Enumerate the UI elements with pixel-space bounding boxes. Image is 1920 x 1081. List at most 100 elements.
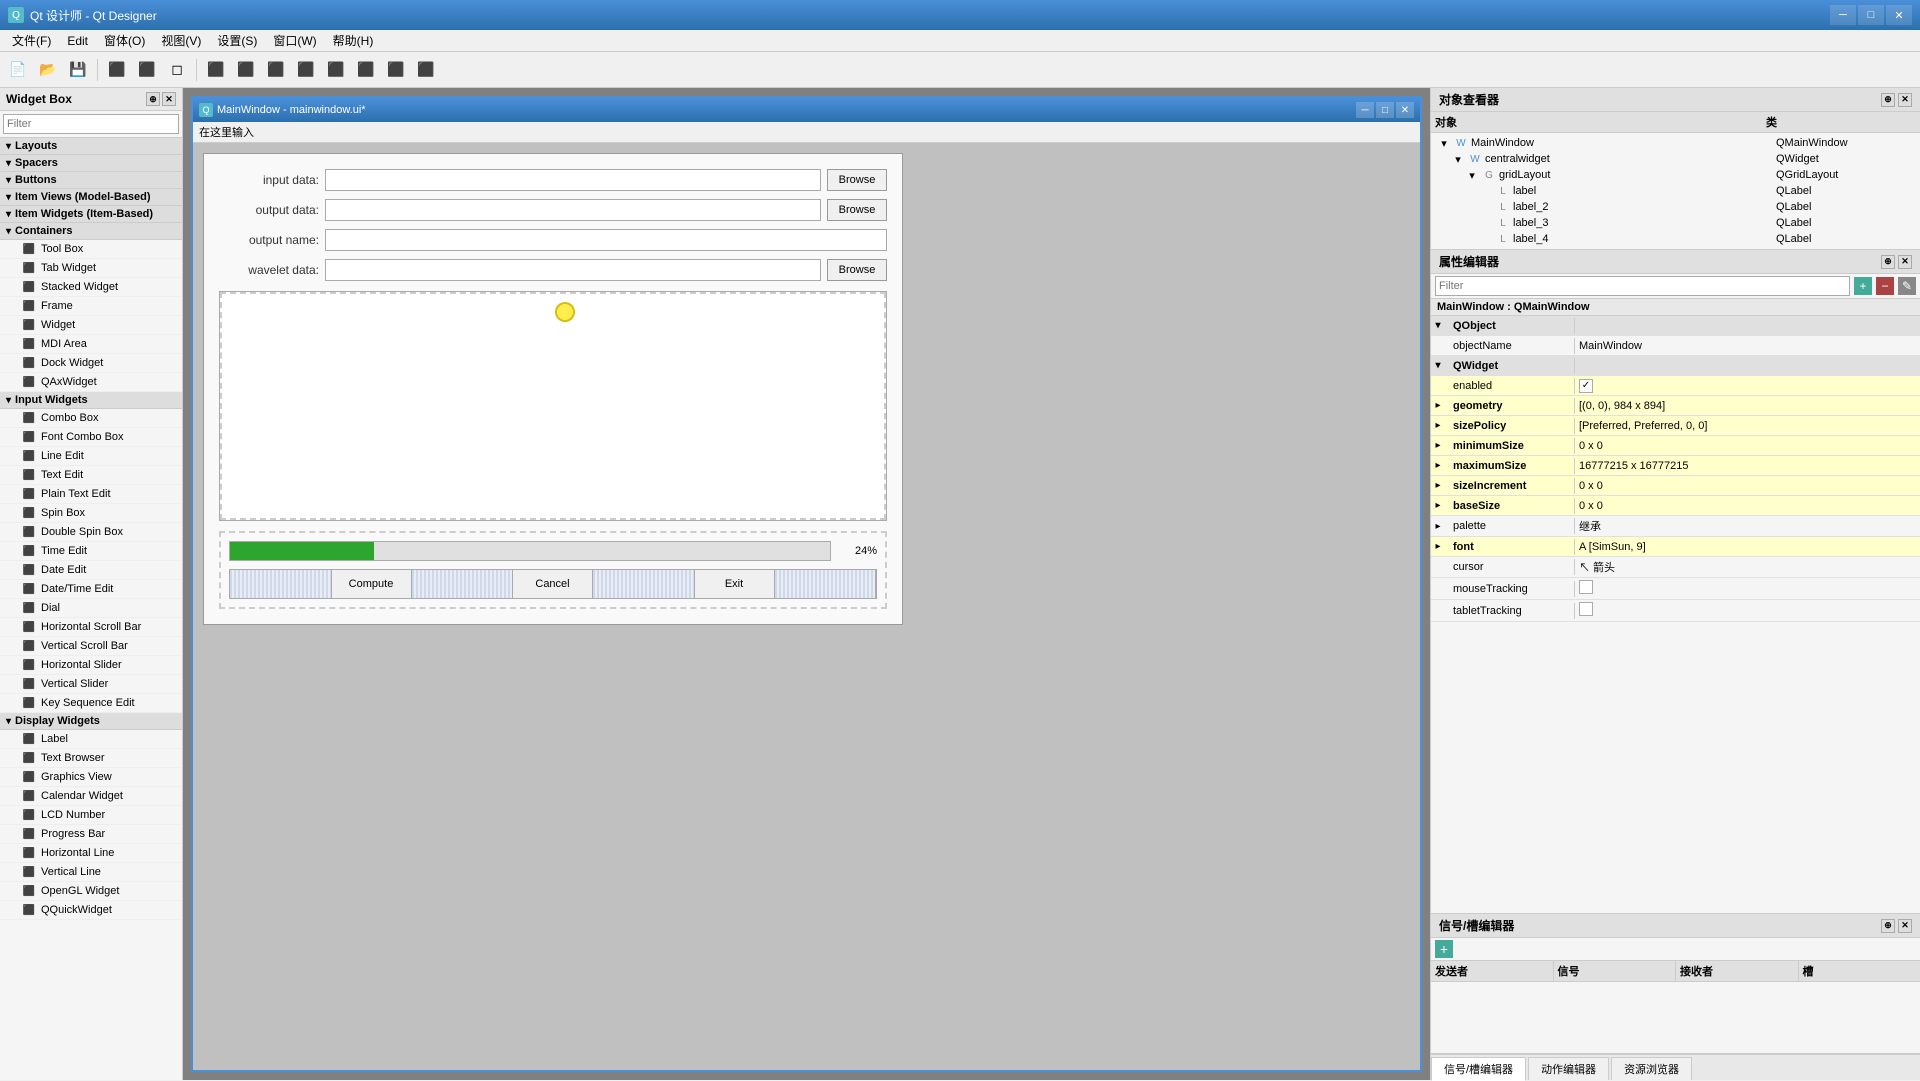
tree-mainwindow[interactable]: ▾ W MainWindow QMainWindow — [1431, 135, 1920, 151]
designer-canvas[interactable]: input data: Browse output data: Browse o… — [193, 143, 1420, 1070]
widget-item-progressbar[interactable]: ⬛ Progress Bar — [0, 825, 182, 844]
prop-filter-input[interactable] — [1435, 276, 1850, 296]
form-output-name[interactable] — [325, 229, 887, 251]
toolbar-btn12[interactable]: ⬛ — [352, 56, 380, 84]
widget-filter-input[interactable] — [3, 114, 179, 134]
prop-geometry[interactable]: ▸ geometry [(0, 0), 984 x 894] — [1431, 396, 1920, 416]
widget-box-close[interactable]: ✕ — [162, 92, 176, 106]
prop-mousetracking[interactable]: mouseTracking — [1431, 578, 1920, 600]
cancel-button[interactable]: Cancel — [513, 570, 593, 598]
prop-sizepolicy[interactable]: ▸ sizePolicy [Preferred, Preferred, 0, 0… — [1431, 416, 1920, 436]
form-output-data[interactable] — [325, 199, 821, 221]
category-input-widgets[interactable]: Input Widgets — [0, 392, 182, 409]
widget-item-qaxwidget[interactable]: ⬛ QAxWidget — [0, 373, 182, 392]
widget-item-spinbox[interactable]: ⬛ Spin Box — [0, 504, 182, 523]
category-layouts[interactable]: Layouts — [0, 138, 182, 155]
close-button[interactable]: ✕ — [1886, 5, 1912, 25]
prop-group-qobject[interactable]: ▾ QObject — [1431, 316, 1920, 336]
toolbar-new[interactable]: 📄 — [4, 56, 32, 84]
menu-form[interactable]: 窗体(O) — [96, 30, 153, 51]
widget-item-doublespinbox[interactable]: ⬛ Double Spin Box — [0, 523, 182, 542]
signal-editor-close[interactable]: ✕ — [1898, 919, 1912, 933]
toolbar-btn10[interactable]: ⬛ — [292, 56, 320, 84]
menu-file[interactable]: 文件(F) — [4, 30, 59, 51]
form-input-data[interactable] — [325, 169, 821, 191]
widget-item-graphicsview[interactable]: ⬛ Graphics View — [0, 768, 182, 787]
tablettracking-checkbox[interactable] — [1579, 602, 1593, 616]
widget-item-vline[interactable]: ⬛ Vertical Line — [0, 863, 182, 882]
prop-editor-close[interactable]: ✕ — [1898, 255, 1912, 269]
prop-cursor[interactable]: cursor ↖ 箭头 — [1431, 557, 1920, 578]
toolbar-btn11[interactable]: ⬛ — [322, 56, 350, 84]
toolbar-btn4[interactable]: ⬛ — [103, 56, 131, 84]
widget-item-widget[interactable]: ⬛ Widget — [0, 316, 182, 335]
menu-window[interactable]: 窗口(W) — [265, 30, 324, 51]
designer-close-btn[interactable]: ✕ — [1396, 102, 1414, 118]
widget-item-datetimeedit[interactable]: ⬛ Date/Time Edit — [0, 580, 182, 599]
widget-box-pin[interactable]: ⊕ — [146, 92, 160, 106]
prop-sizeincrement[interactable]: ▸ sizeIncrement 0 x 0 — [1431, 476, 1920, 496]
widget-item-keyseq[interactable]: ⬛ Key Sequence Edit — [0, 694, 182, 713]
compute-button[interactable]: Compute — [332, 570, 412, 598]
expand-centralwidget[interactable]: ▾ — [1451, 153, 1465, 166]
widget-item-textbrowser[interactable]: ⬛ Text Browser — [0, 749, 182, 768]
obj-inspector-close[interactable]: ✕ — [1898, 93, 1912, 107]
obj-inspector-pin[interactable]: ⊕ — [1881, 93, 1895, 107]
widget-item-timeedit[interactable]: ⬛ Time Edit — [0, 542, 182, 561]
widget-item-hslider[interactable]: ⬛ Horizontal Slider — [0, 656, 182, 675]
tree-label4[interactable]: L label_4 QLabel — [1431, 231, 1920, 247]
menu-edit[interactable]: Edit — [59, 32, 96, 50]
tab-action-editor[interactable]: 动作编辑器 — [1528, 1057, 1609, 1080]
toolbar-btn13[interactable]: ⬛ — [382, 56, 410, 84]
form-wavelet-data[interactable] — [325, 259, 821, 281]
widget-item-hline[interactable]: ⬛ Horizontal Line — [0, 844, 182, 863]
widget-item-lcdnumber[interactable]: ⬛ LCD Number — [0, 806, 182, 825]
toolbar-btn6[interactable]: ◻ — [163, 56, 191, 84]
tree-centralwidget[interactable]: ▾ W centralwidget QWidget — [1431, 151, 1920, 167]
widget-item-opengl[interactable]: ⬛ OpenGL Widget — [0, 882, 182, 901]
form-browse-input[interactable]: Browse — [827, 169, 887, 191]
widget-item-fontcombobox[interactable]: ⬛ Font Combo Box — [0, 428, 182, 447]
widget-item-stackedwidget[interactable]: ⬛ Stacked Widget — [0, 278, 182, 297]
mousetracking-checkbox[interactable] — [1579, 580, 1593, 594]
widget-item-vscrollbar[interactable]: ⬛ Vertical Scroll Bar — [0, 637, 182, 656]
category-display-widgets[interactable]: Display Widgets — [0, 713, 182, 730]
expand-gridlayout[interactable]: ▾ — [1465, 169, 1479, 182]
widget-item-mdiarea[interactable]: ⬛ MDI Area — [0, 335, 182, 354]
prop-objectname[interactable]: objectName MainWindow — [1431, 336, 1920, 356]
toolbar-btn8[interactable]: ⬛ — [232, 56, 260, 84]
menu-view[interactable]: 视图(V) — [153, 30, 209, 51]
designer-minimize-btn[interactable]: ─ — [1356, 102, 1374, 118]
widget-item-qquick[interactable]: ⬛ QQuickWidget — [0, 901, 182, 920]
widget-item-dateedit[interactable]: ⬛ Date Edit — [0, 561, 182, 580]
signal-editor-pin[interactable]: ⊕ — [1881, 919, 1895, 933]
tree-gridlayout[interactable]: ▾ G gridLayout QGridLayout — [1431, 167, 1920, 183]
widget-item-label[interactable]: ⬛ Label — [0, 730, 182, 749]
widget-item-textedit[interactable]: ⬛ Text Edit — [0, 466, 182, 485]
tab-signal-slot[interactable]: 信号/槽编辑器 — [1431, 1057, 1526, 1081]
tree-label3[interactable]: L label_3 QLabel — [1431, 215, 1920, 231]
expand-mainwindow[interactable]: ▾ — [1437, 137, 1451, 150]
toolbar-btn7[interactable]: ⬛ — [202, 56, 230, 84]
prop-maxsize[interactable]: ▸ maximumSize 16777215 x 16777215 — [1431, 456, 1920, 476]
widget-item-dial[interactable]: ⬛ Dial — [0, 599, 182, 618]
category-itemwidgets[interactable]: Item Widgets (Item-Based) — [0, 206, 182, 223]
category-buttons[interactable]: Buttons — [0, 172, 182, 189]
widget-item-lineedit[interactable]: ⬛ Line Edit — [0, 447, 182, 466]
toolbar-btn5[interactable]: ⬛ — [133, 56, 161, 84]
menu-help[interactable]: 帮助(H) — [325, 30, 382, 51]
toolbar-save[interactable]: 💾 — [64, 56, 92, 84]
widget-item-dockwidget[interactable]: ⬛ Dock Widget — [0, 354, 182, 373]
toolbar-open[interactable]: 📂 — [34, 56, 62, 84]
prop-font[interactable]: ▸ font A [SimSun, 9] — [1431, 537, 1920, 557]
prop-remove-btn[interactable]: − — [1876, 277, 1894, 295]
designer-restore-btn[interactable]: □ — [1376, 102, 1394, 118]
toolbar-btn9[interactable]: ⬛ — [262, 56, 290, 84]
widget-item-plaintextedit[interactable]: ⬛ Plain Text Edit — [0, 485, 182, 504]
widget-item-vslider[interactable]: ⬛ Vertical Slider — [0, 675, 182, 694]
prop-tablettracking[interactable]: tabletTracking — [1431, 600, 1920, 622]
category-spacers[interactable]: Spacers — [0, 155, 182, 172]
widget-item-tabwidget[interactable]: ⬛ Tab Widget — [0, 259, 182, 278]
prop-add-btn[interactable]: + — [1854, 277, 1872, 295]
widget-item-combobox[interactable]: ⬛ Combo Box — [0, 409, 182, 428]
